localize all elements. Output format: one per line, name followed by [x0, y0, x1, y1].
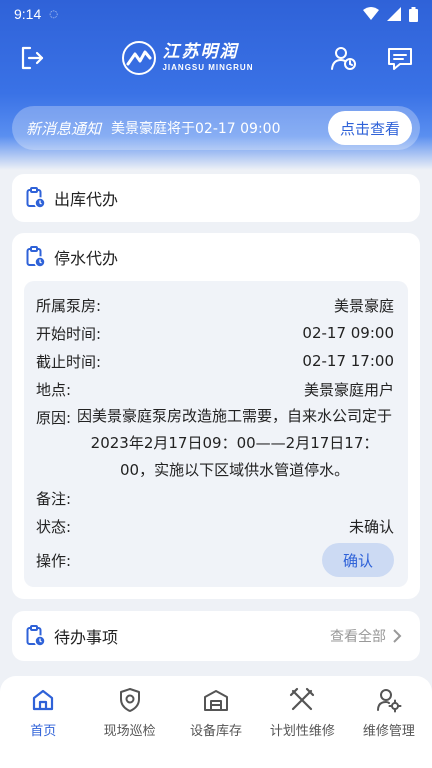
water-stop-detail: 所属泵房: 美景豪庭 开始时间: 02-17 09:00 截止时间: 02-17… — [24, 281, 408, 587]
signal-icon — [387, 7, 401, 21]
status-icons — [363, 6, 418, 22]
place-value: 美景豪庭用户 — [303, 380, 394, 399]
tools-icon — [290, 687, 315, 711]
detail-row-operation: 操作: 确认 — [36, 540, 394, 580]
reason-value: 因美景豪庭泵房改造施工需要，自来水公司定于2023年2月17日09：00——2月… — [77, 407, 393, 479]
detail-row-status: 状态: 未确认 — [36, 512, 394, 540]
view-all-link[interactable]: 查看全部 — [330, 626, 402, 646]
outbound-title: 出库代办 — [54, 190, 119, 209]
water-stop-card: 停水代办 所属泵房: 美景豪庭 开始时间: 02-17 09:00 截止时间: … — [12, 233, 420, 599]
clipboard-clock-icon — [26, 625, 46, 647]
tab-inspection-label: 现场巡检 — [103, 724, 156, 739]
detail-row-pump: 所属泵房: 美景豪庭 — [36, 291, 394, 319]
top-bar: 江苏明润 JIANGSU MINGRUN — [0, 32, 432, 84]
tab-inspection[interactable]: 现场巡检 — [86, 686, 172, 768]
detail-row-reason: 原因: 因美景豪庭泵房改造施工需要，自来水公司定于2023年2月17日09：00… — [36, 407, 394, 484]
tab-planned-maintenance[interactable]: 计划性维修 — [259, 686, 345, 768]
view-notice-button[interactable]: 点击查看 — [327, 111, 412, 145]
tab-repair-management-label: 维修管理 — [362, 724, 415, 739]
chevron-right-icon — [393, 629, 402, 643]
status-time: 9:14 — [14, 6, 42, 22]
tab-inventory[interactable]: 设备库存 — [173, 686, 259, 768]
shield-icon — [119, 688, 140, 712]
status-value: 未确认 — [348, 517, 394, 536]
tab-inventory-label: 设备库存 — [190, 724, 243, 739]
company-logo: 江苏明润 JIANGSU MINGRUN — [122, 41, 253, 75]
view-all-label: 查看全部 — [330, 629, 386, 645]
detail-row-end: 截止时间: 02-17 17:00 — [36, 347, 394, 375]
notification-dot-icon: ◌ — [49, 8, 58, 20]
notice-text: 美景豪庭将于02-17 09:00 — [111, 121, 281, 137]
bottom-tab-bar: 首页 现场巡检 设备库存 计划性维修 维修管理 — [0, 676, 432, 768]
outbound-card[interactable]: 出库代办 — [12, 174, 420, 222]
end-time-value: 02-17 17:00 — [302, 352, 394, 370]
detail-row-start: 开始时间: 02-17 09:00 — [36, 319, 394, 347]
status-bar: 9:14 ◌ — [0, 0, 432, 28]
todo-title: 待办事项 — [54, 628, 119, 647]
tab-home-label: 首页 — [30, 724, 57, 739]
detail-row-remark: 备注: — [36, 484, 394, 512]
logo-mark-icon — [122, 41, 157, 75]
user-gear-icon — [376, 689, 402, 713]
logo-english-text: JIANGSU MINGRUN — [162, 63, 254, 72]
water-stop-title: 停水代办 — [54, 249, 119, 268]
pump-label: 所属泵房: — [36, 296, 102, 315]
confirm-button[interactable]: 确认 — [322, 543, 394, 577]
place-label: 地点: — [36, 380, 72, 399]
user-status-button[interactable] — [328, 42, 360, 74]
message-icon — [387, 48, 412, 70]
battery-icon — [409, 6, 418, 22]
notification-banner: 新消息通知 美景豪庭将于02-17 09:00 点击查看 — [12, 106, 420, 150]
user-clock-icon — [330, 47, 356, 70]
start-time-value: 02-17 09:00 — [302, 324, 394, 342]
start-time-label: 开始时间: — [36, 324, 102, 343]
notice-title: 新消息通知 — [26, 119, 102, 138]
operation-label: 操作: — [36, 551, 72, 570]
home-icon — [33, 689, 54, 711]
status-label: 状态: — [36, 517, 72, 536]
clipboard-clock-icon — [26, 187, 46, 209]
warehouse-icon — [204, 690, 229, 711]
logout-button[interactable] — [16, 42, 48, 74]
clipboard-clock-icon — [26, 246, 46, 268]
detail-row-place: 地点: 美景豪庭用户 — [36, 375, 394, 403]
wifi-icon — [363, 7, 379, 20]
logout-icon — [21, 46, 44, 70]
reason-label: 原因: — [36, 409, 72, 427]
todo-card: 待办事项 查看全部 — [12, 611, 420, 661]
logo-chinese-text: 江苏明润 — [162, 42, 239, 62]
end-time-label: 截止时间: — [36, 352, 102, 371]
messages-button[interactable] — [384, 42, 416, 74]
remark-label: 备注: — [36, 489, 72, 508]
tab-home[interactable]: 首页 — [0, 686, 86, 768]
pump-value: 美景豪庭 — [333, 296, 394, 315]
tab-planned-maintenance-label: 计划性维修 — [269, 724, 335, 739]
tab-repair-management[interactable]: 维修管理 — [346, 686, 432, 768]
